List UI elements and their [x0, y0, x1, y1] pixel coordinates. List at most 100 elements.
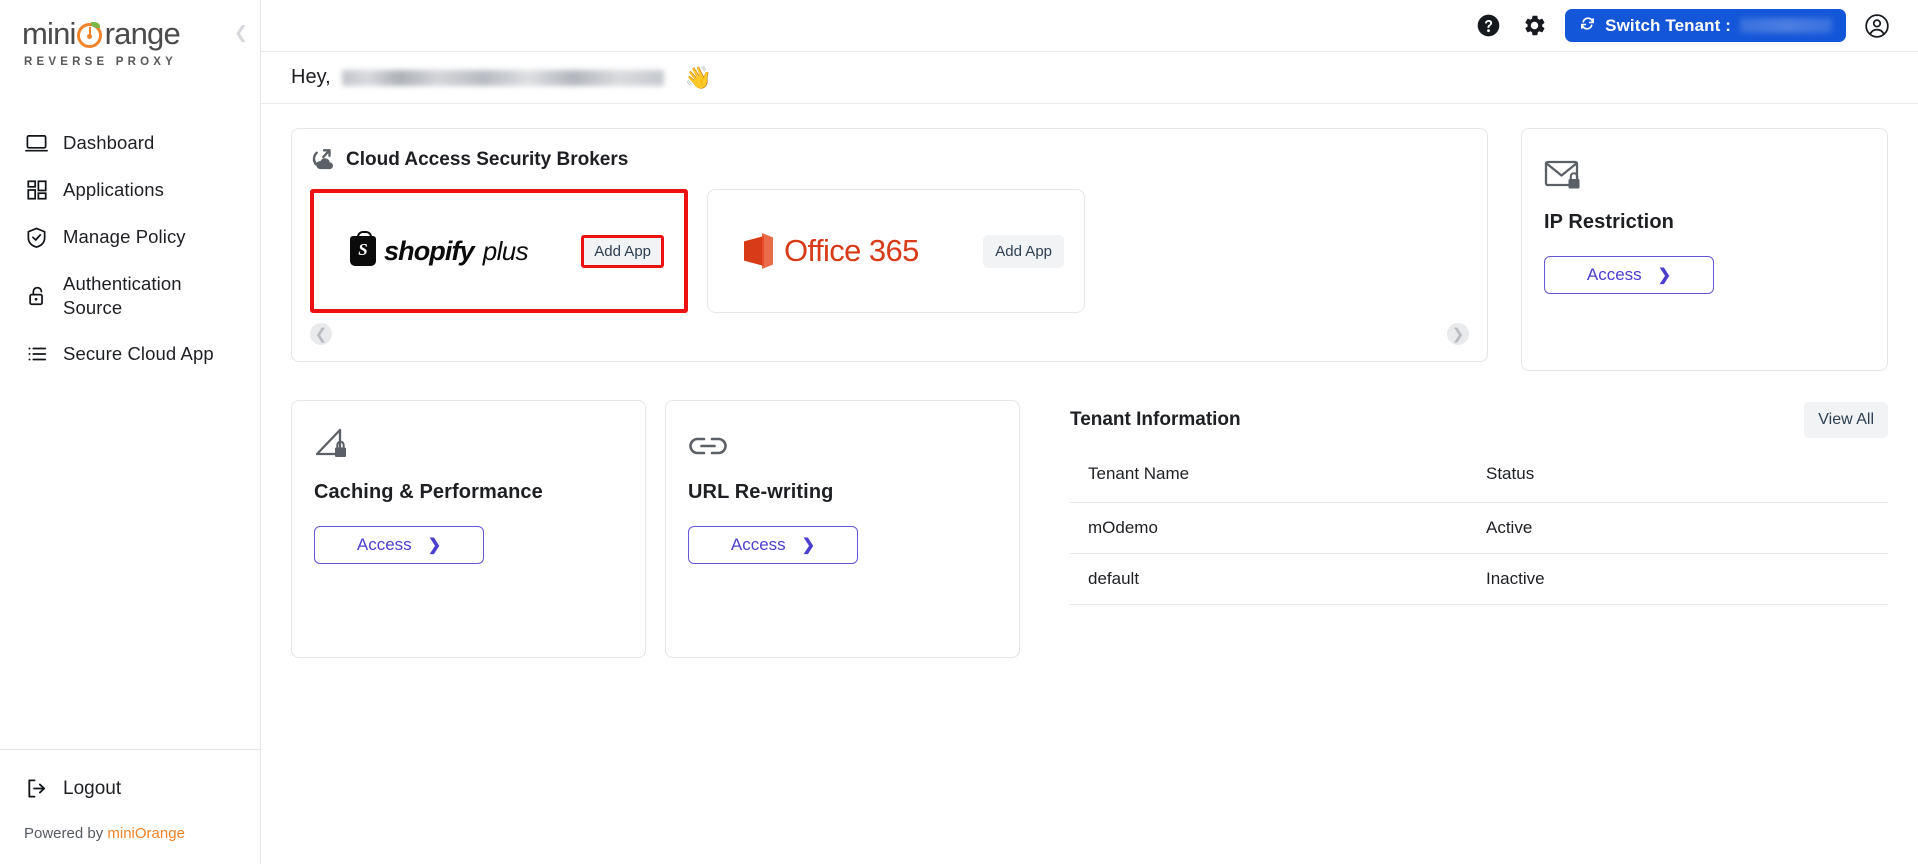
office365-wordmark: Office 365: [784, 233, 919, 268]
powered-by-brand: miniOrange: [107, 825, 185, 842]
speed-lock-icon: [314, 425, 623, 467]
greeting-prefix: Hey,: [291, 66, 331, 88]
app-root: mini range REVERSE PROXY ❮ Dashboard App…: [0, 0, 1918, 864]
office365-logo: Office 365: [744, 233, 983, 269]
help-circle-icon[interactable]: [1473, 11, 1503, 41]
sidebar-item-secure-cloud-app[interactable]: Secure Cloud App: [0, 331, 260, 378]
shopify-plus-logo: shopifyplus: [350, 231, 581, 267]
chevron-right-icon: ❯: [801, 537, 816, 554]
chevron-right-icon: ❯: [1657, 267, 1672, 284]
sidebar: mini range REVERSE PROXY ❮ Dashboard App…: [0, 0, 261, 864]
cell-tenant-name: mOdemo: [1070, 502, 1468, 554]
sidebar-footer: Logout Powered by miniOrange: [0, 749, 260, 864]
sidebar-item-label: Authentication Source: [63, 272, 182, 318]
link-icon: [688, 425, 997, 467]
brand-wordmark: mini range: [22, 16, 260, 51]
refresh-icon: [1579, 15, 1596, 37]
mail-lock-icon: [1544, 155, 1865, 197]
ip-restriction-access-button[interactable]: Access ❯: [1544, 256, 1714, 294]
sidebar-item-label: Secure Cloud App: [63, 343, 214, 365]
top-cards-row: Cloud Access Security Brokers shopifyplu…: [291, 128, 1888, 371]
shield-check-icon: [24, 225, 49, 250]
url-rewriting-title: URL Re-writing: [688, 481, 834, 503]
brand-name-part1: mini: [22, 16, 76, 51]
add-app-button-office365[interactable]: Add App: [983, 234, 1064, 268]
column-header-status: Status: [1468, 464, 1888, 503]
table-row[interactable]: mOdemo Active: [1070, 502, 1888, 554]
list-icon: [24, 342, 49, 367]
top-bar: Switch Tenant :: [261, 0, 1918, 52]
casb-app-tiles: shopifyplus Add App: [310, 189, 1469, 313]
chevron-left-icon[interactable]: ❮: [230, 22, 252, 44]
url-rewriting-access-button[interactable]: Access ❯: [688, 526, 858, 564]
sidebar-item-label: Applications: [63, 179, 164, 201]
cell-tenant-name: default: [1070, 553, 1468, 605]
office-logo-icon: [744, 233, 773, 269]
unlock-icon: [24, 283, 49, 308]
logout-icon: [24, 776, 49, 801]
caching-performance-title: Caching & Performance: [314, 481, 543, 503]
switch-tenant-label: Switch Tenant :: [1605, 15, 1731, 35]
url-rewriting-card: URL Re-writing Access ❯: [665, 400, 1020, 658]
status-badge: Inactive: [1468, 553, 1888, 605]
brand-name-part2: range: [104, 16, 181, 51]
sidebar-item-authentication-source[interactable]: Authentication Source: [0, 261, 260, 331]
caching-performance-card: Caching & Performance Access ❯: [291, 400, 646, 658]
casb-header: Cloud Access Security Brokers: [310, 145, 1469, 175]
add-app-button-shopifyplus[interactable]: Add App: [581, 234, 664, 268]
gear-icon[interactable]: [1519, 11, 1549, 41]
page-content: Cloud Access Security Brokers shopifyplu…: [261, 104, 1918, 658]
caching-performance-access-button[interactable]: Access ❯: [314, 526, 484, 564]
sidebar-item-label: Manage Policy: [63, 226, 186, 248]
brand-subtitle: REVERSE PROXY: [24, 55, 178, 68]
tenant-table: Tenant Name Status mOdemo Active default: [1070, 464, 1888, 605]
status-badge: Active: [1468, 502, 1888, 554]
column-header-tenant-name: Tenant Name: [1070, 464, 1468, 503]
tenant-information-panel: Tenant Information View All Tenant Name …: [1039, 400, 1888, 605]
sidebar-item-manage-policy[interactable]: Manage Policy: [0, 214, 260, 261]
switch-tenant-button[interactable]: Switch Tenant :: [1565, 9, 1846, 42]
tenant-information-title: Tenant Information: [1070, 409, 1241, 430]
powered-by-prefix: Powered by: [24, 825, 108, 842]
bottom-cards-row: Caching & Performance Access ❯ URL Re-wr…: [291, 400, 1888, 658]
greeting-bar: Hey, 👋: [261, 52, 1918, 104]
table-row[interactable]: default Inactive: [1070, 553, 1888, 605]
casb-panel: Cloud Access Security Brokers shopifyplu…: [291, 128, 1488, 362]
ip-restriction-title: IP Restriction: [1544, 211, 1674, 233]
shopify-bag-icon: [350, 231, 376, 266]
brand-orange-o-icon: [76, 21, 104, 48]
switch-tenant-value-redacted: [1740, 18, 1832, 33]
sidebar-item-dashboard[interactable]: Dashboard: [0, 120, 260, 167]
chevron-right-icon: ❯: [427, 537, 442, 554]
brand-logo: mini range REVERSE PROXY: [0, 0, 260, 68]
sidebar-nav: Dashboard Applications Manage Policy Aut…: [0, 120, 260, 378]
main-area: Switch Tenant : Hey, 👋 Cloud Access Secu…: [261, 0, 1918, 864]
chevron-right-circle-icon[interactable]: ❯: [1447, 323, 1469, 345]
access-label: Access: [1586, 265, 1642, 284]
casb-carousel-controls: ❮ ❯: [310, 321, 1469, 347]
user-circle-icon[interactable]: [1862, 11, 1892, 41]
sidebar-item-label: Dashboard: [63, 132, 155, 154]
shopify-wordmark: shopify: [384, 235, 475, 266]
logout-button[interactable]: Logout: [0, 768, 260, 809]
access-label: Access: [356, 535, 412, 554]
table-header-row: Tenant Name Status: [1070, 464, 1888, 503]
wave-emoji-icon: 👋: [684, 64, 713, 90]
cloud-access-icon: [310, 145, 340, 175]
grid-icon: [24, 178, 49, 203]
logout-label: Logout: [63, 777, 122, 799]
casb-title: Cloud Access Security Brokers: [346, 149, 629, 170]
app-tile-shopifyplus[interactable]: shopifyplus Add App: [310, 189, 688, 313]
shopify-plus-wordmark: plus: [482, 235, 529, 266]
powered-by: Powered by miniOrange: [0, 809, 260, 864]
chevron-left-circle-icon[interactable]: ❮: [310, 323, 332, 345]
access-label: Access: [730, 535, 786, 554]
app-tile-office365[interactable]: Office 365 Add App: [707, 189, 1085, 313]
sidebar-item-applications[interactable]: Applications: [0, 167, 260, 214]
tenant-information-header: Tenant Information View All: [1070, 402, 1888, 438]
view-all-button[interactable]: View All: [1804, 402, 1888, 438]
greeting-user-redacted: [341, 69, 664, 86]
ip-restriction-card: IP Restriction Access ❯: [1521, 128, 1888, 371]
monitor-icon: [24, 131, 49, 156]
